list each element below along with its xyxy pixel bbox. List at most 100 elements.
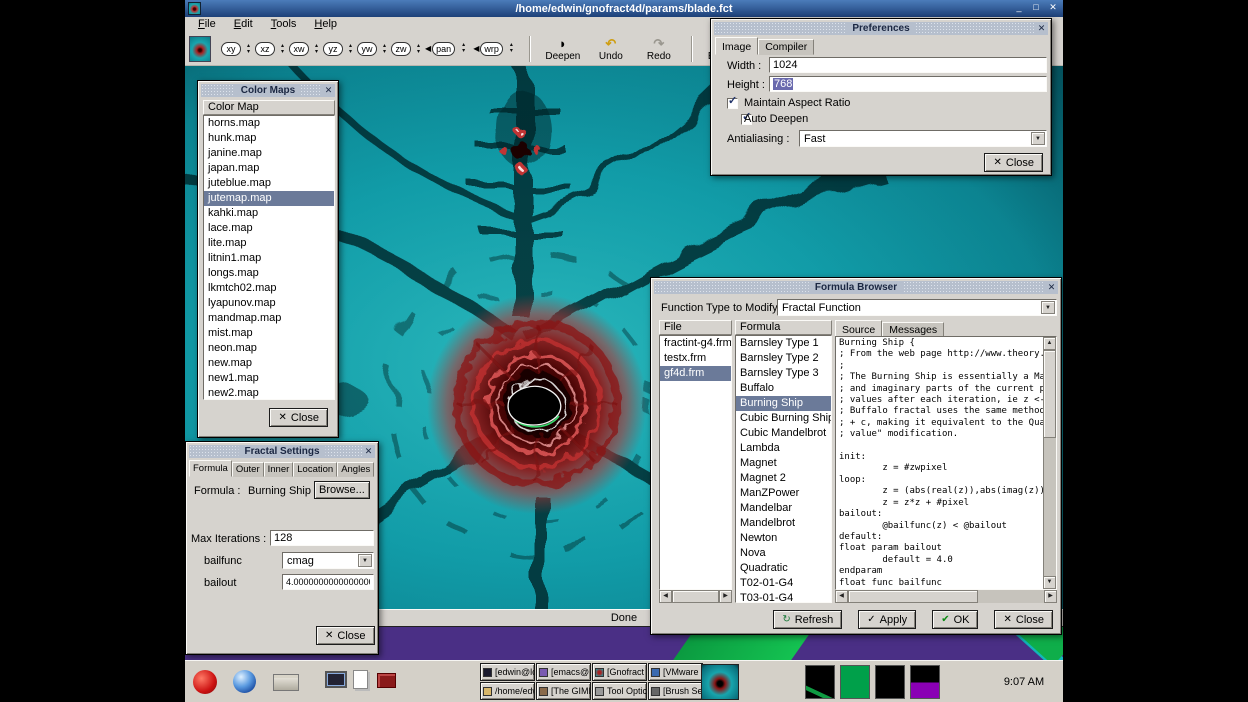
tab-image[interactable]: Image	[715, 37, 758, 55]
colormap-item[interactable]: janine.map	[204, 146, 334, 161]
formula-item[interactable]: T03-01-G4	[736, 591, 831, 603]
close-button[interactable]: ✕ Close	[316, 626, 375, 645]
colormap-item[interactable]: lite.map	[204, 236, 334, 251]
menu-item[interactable]: Tools	[262, 17, 306, 32]
tab-angles[interactable]: Angles	[337, 462, 374, 477]
tab-location[interactable]: Location	[293, 462, 337, 477]
printer-icon[interactable]	[273, 674, 299, 691]
terminal-icon[interactable]	[325, 671, 347, 688]
colormap-item[interactable]: new2.map	[204, 386, 334, 400]
formula-item[interactable]: Cubic Mandelbrot	[736, 426, 831, 441]
scroll-left-button[interactable]: ◀	[659, 590, 672, 603]
browse-button[interactable]: Browse...	[314, 481, 370, 499]
colormap-item[interactable]: neon.map	[204, 341, 334, 356]
formula-item[interactable]: Mandelbar	[736, 501, 831, 516]
formula-item[interactable]: Magnet	[736, 456, 831, 471]
maximize-icon[interactable]: □	[1029, 1, 1043, 15]
tab-formula[interactable]: Formula	[189, 460, 232, 477]
close-button[interactable]: ✕ Close	[984, 153, 1043, 172]
workspace-1[interactable]	[805, 665, 835, 699]
formula-item[interactable]: Barnsley Type 1	[736, 336, 831, 351]
axis-rotate-button[interactable]: yw	[357, 42, 377, 56]
width-input[interactable]	[769, 57, 1047, 73]
colormap-item[interactable]: new1.map	[204, 371, 334, 386]
dialog-titlebar[interactable]: Preferences ✕	[714, 22, 1048, 35]
close-button[interactable]: ✕ Close	[994, 610, 1053, 629]
web-browser-icon[interactable]	[233, 670, 256, 693]
colormap-item[interactable]: longs.map	[204, 266, 334, 281]
close-icon[interactable]: ✕	[362, 445, 375, 458]
scrollbar-thumb[interactable]	[1043, 350, 1056, 438]
colormap-item[interactable]: mandmap.map	[204, 311, 334, 326]
task-button-gimp[interactable]: [The GIMI	[536, 682, 591, 700]
formula-item[interactable]: Newton	[736, 531, 831, 546]
toolbox-icon[interactable]	[377, 673, 396, 688]
formula-item[interactable]: Nova	[736, 546, 831, 561]
formula-item[interactable]: T02-01-G4	[736, 576, 831, 591]
tab-outer[interactable]: Outer	[232, 462, 264, 477]
workspace-4[interactable]	[910, 665, 940, 699]
task-button-tool-options[interactable]: Tool Optic	[592, 682, 647, 700]
redo-button[interactable]: ↷ Redo	[636, 33, 682, 65]
dialog-titlebar[interactable]: Formula Browser ✕	[654, 281, 1058, 294]
undo-button[interactable]: ↶ Undo	[588, 33, 634, 65]
dialog-titlebar[interactable]: Color Maps ✕	[201, 84, 335, 97]
task-button-emacs[interactable]: [emacs@	[536, 663, 591, 681]
formula-item[interactable]: Buffalo	[736, 381, 831, 396]
axis-rotate-button[interactable]: xw	[289, 42, 309, 56]
task-button-terminal[interactable]: [edwin@lc	[480, 663, 535, 681]
max-iterations-input[interactable]	[270, 530, 374, 546]
scroll-left-button[interactable]: ◀	[835, 590, 848, 603]
chevron-down-icon[interactable]: ▼	[358, 554, 372, 567]
formula-item[interactable]: Mandelbrot	[736, 516, 831, 531]
colormap-item[interactable]: kahki.map	[204, 206, 334, 221]
formula-item[interactable]: ManZPower	[736, 486, 831, 501]
bailout-input[interactable]	[282, 574, 374, 590]
close-icon[interactable]: ✕	[322, 84, 335, 97]
red-hat-menu-icon[interactable]	[193, 670, 217, 694]
colormap-item[interactable]: lyapunov.map	[204, 296, 334, 311]
colormap-list-header[interactable]: Color Map	[203, 100, 335, 115]
scroll-right-button[interactable]: ▶	[1044, 590, 1057, 603]
axis-rotate-button[interactable]: zw	[391, 42, 411, 56]
horizontal-scrollbar[interactable]: ◀ ▶	[659, 590, 732, 603]
colormap-item[interactable]: horns.map	[204, 116, 334, 131]
file-item[interactable]: testx.frm	[660, 351, 731, 366]
formula-item[interactable]: Lambda	[736, 441, 831, 456]
ok-button[interactable]: ✔ OK	[932, 610, 978, 629]
vertical-scrollbar[interactable]: ▲ ▼	[1043, 337, 1056, 589]
source-code-view[interactable]: Burning Ship { ; From the web page http:…	[835, 336, 1057, 590]
function-type-dropdown[interactable]: Fractal Function ▼	[777, 299, 1057, 316]
apply-button[interactable]: ✓ Apply	[858, 610, 916, 629]
file-item[interactable]: fractint-g4.frm	[660, 336, 731, 351]
chevron-down-icon[interactable]: ▼	[1041, 301, 1055, 314]
fractal-thumbnail[interactable]	[701, 664, 739, 700]
bailfunc-dropdown[interactable]: cmag ▼	[282, 552, 374, 569]
task-button-home-folder[interactable]: /home/edw	[480, 682, 535, 700]
formula-item[interactable]: Burning Ship	[736, 396, 831, 411]
close-icon[interactable]: ✕	[1035, 22, 1048, 35]
close-icon[interactable]: ✕	[1045, 281, 1058, 294]
height-input[interactable]: 768	[769, 76, 1047, 92]
formula-item[interactable]: Quadratic	[736, 561, 831, 576]
maintain-aspect-checkbox[interactable]: ✓	[727, 98, 738, 109]
refresh-button[interactable]: ↻ Refresh	[773, 610, 842, 629]
formula-item[interactable]: Barnsley Type 3	[736, 366, 831, 381]
formula-item[interactable]: Cubic Burning Ship	[736, 411, 831, 426]
antialiasing-dropdown[interactable]: Fast ▼	[799, 130, 1047, 147]
horizontal-scrollbar[interactable]: ◀ ▶	[835, 590, 1057, 603]
deepen-button[interactable]: ◗ Deepen	[540, 33, 586, 65]
colormap-item[interactable]: juteblue.map	[204, 176, 334, 191]
scroll-right-button[interactable]: ▶	[719, 590, 732, 603]
menu-item[interactable]: Edit	[225, 17, 262, 32]
axis-rotate-button[interactable]: xy	[221, 42, 241, 56]
axis-rotate-button[interactable]: xz	[255, 42, 275, 56]
colormap-item[interactable]: hunk.map	[204, 131, 334, 146]
close-icon[interactable]: ✕	[1046, 1, 1060, 15]
axis-rotate-button[interactable]: yz	[323, 42, 343, 56]
workspace-3[interactable]	[875, 665, 905, 699]
tab-inner[interactable]: Inner	[264, 462, 294, 477]
scroll-down-button[interactable]: ▼	[1043, 576, 1056, 589]
colormap-item[interactable]: japan.map	[204, 161, 334, 176]
workspace-2[interactable]	[840, 665, 870, 699]
